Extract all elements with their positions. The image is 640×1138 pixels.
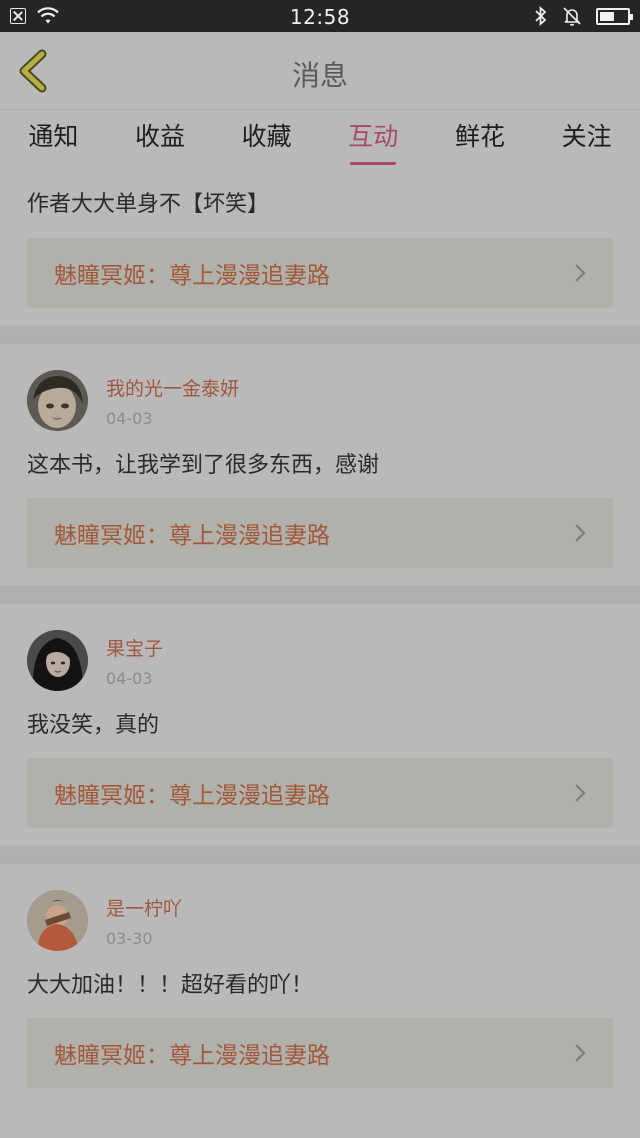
book-title: 魅瞳冥姬：尊上漫漫追妻路 [54, 783, 330, 809]
divider [0, 586, 640, 604]
comment-text: 大大加油！！！超好看的吖！ [27, 973, 314, 998]
tab-earnings[interactable]: 收益 [131, 111, 189, 173]
book-title: 魅瞳冥姬：尊上漫漫追妻路 [54, 1043, 330, 1069]
bluetooth-icon [535, 6, 547, 26]
message-item: 作者大大单身不【坏笑】 魅瞳冥姬：尊上漫漫追妻路 [0, 174, 640, 326]
comment-text: 我没笑，真的 [27, 713, 160, 738]
page-title: 消息 [291, 59, 348, 92]
tab-notifications[interactable]: 通知 [24, 111, 82, 173]
username[interactable]: 是一柠吖 [106, 894, 182, 921]
chevron-right-icon [575, 1044, 586, 1062]
message-list: 作者大大单身不【坏笑】 魅瞳冥姬：尊上漫漫追妻路 我的光一金泰妍 04-03 这… [0, 174, 640, 1106]
book-title: 魅瞳冥姬：尊上漫漫追妻路 [54, 523, 330, 549]
user-row: 是一柠吖 03-30 [27, 864, 613, 954]
username[interactable]: 我的光一金泰妍 [106, 374, 239, 401]
user-row: 果宝子 04-03 [27, 604, 613, 694]
bell-muted-icon [563, 7, 581, 26]
tab-bar: 通知 收益 收藏 互动 鲜花 关注 [0, 111, 640, 173]
book-link[interactable]: 魅瞳冥姬：尊上漫漫追妻路 [27, 1018, 613, 1088]
book-title: 魅瞳冥姬：尊上漫漫追妻路 [54, 263, 330, 289]
message-item: 我的光一金泰妍 04-03 这本书，让我学到了很多东西，感谢 魅瞳冥姬：尊上漫漫… [0, 344, 640, 586]
username[interactable]: 果宝子 [106, 634, 163, 661]
status-bar: 12:58 [0, 0, 640, 32]
message-date: 04-03 [106, 409, 153, 428]
avatar[interactable] [27, 890, 88, 951]
avatar[interactable] [27, 630, 88, 691]
tab-following[interactable]: 关注 [558, 111, 616, 173]
chevron-right-icon [575, 524, 586, 542]
message-item: 是一柠吖 03-30 大大加油！！！超好看的吖！ 魅瞳冥姬：尊上漫漫追妻路 [0, 864, 640, 1106]
divider [0, 846, 640, 864]
comment-text: 这本书，让我学到了很多东西，感谢 [27, 453, 380, 478]
avatar[interactable] [27, 370, 88, 431]
tab-interactions[interactable]: 互动 [344, 111, 402, 173]
book-link[interactable]: 魅瞳冥姬：尊上漫漫追妻路 [27, 758, 613, 828]
message-item: 果宝子 04-03 我没笑，真的 魅瞳冥姬：尊上漫漫追妻路 [0, 604, 640, 846]
comment-text: 作者大大单身不【坏笑】 [27, 192, 270, 217]
tab-favorites[interactable]: 收藏 [238, 111, 296, 173]
message-date: 03-30 [106, 929, 153, 948]
divider [0, 326, 640, 344]
app-bar: 消息 [0, 32, 640, 110]
battery-icon [596, 7, 633, 25]
tab-flowers[interactable]: 鲜花 [451, 111, 509, 173]
chevron-right-icon [575, 784, 586, 802]
book-link[interactable]: 魅瞳冥姬：尊上漫漫追妻路 [27, 238, 613, 308]
chevron-right-icon [575, 264, 586, 282]
user-row: 我的光一金泰妍 04-03 [27, 344, 613, 434]
book-link[interactable]: 魅瞳冥姬：尊上漫漫追妻路 [27, 498, 613, 568]
message-date: 04-03 [106, 669, 153, 688]
